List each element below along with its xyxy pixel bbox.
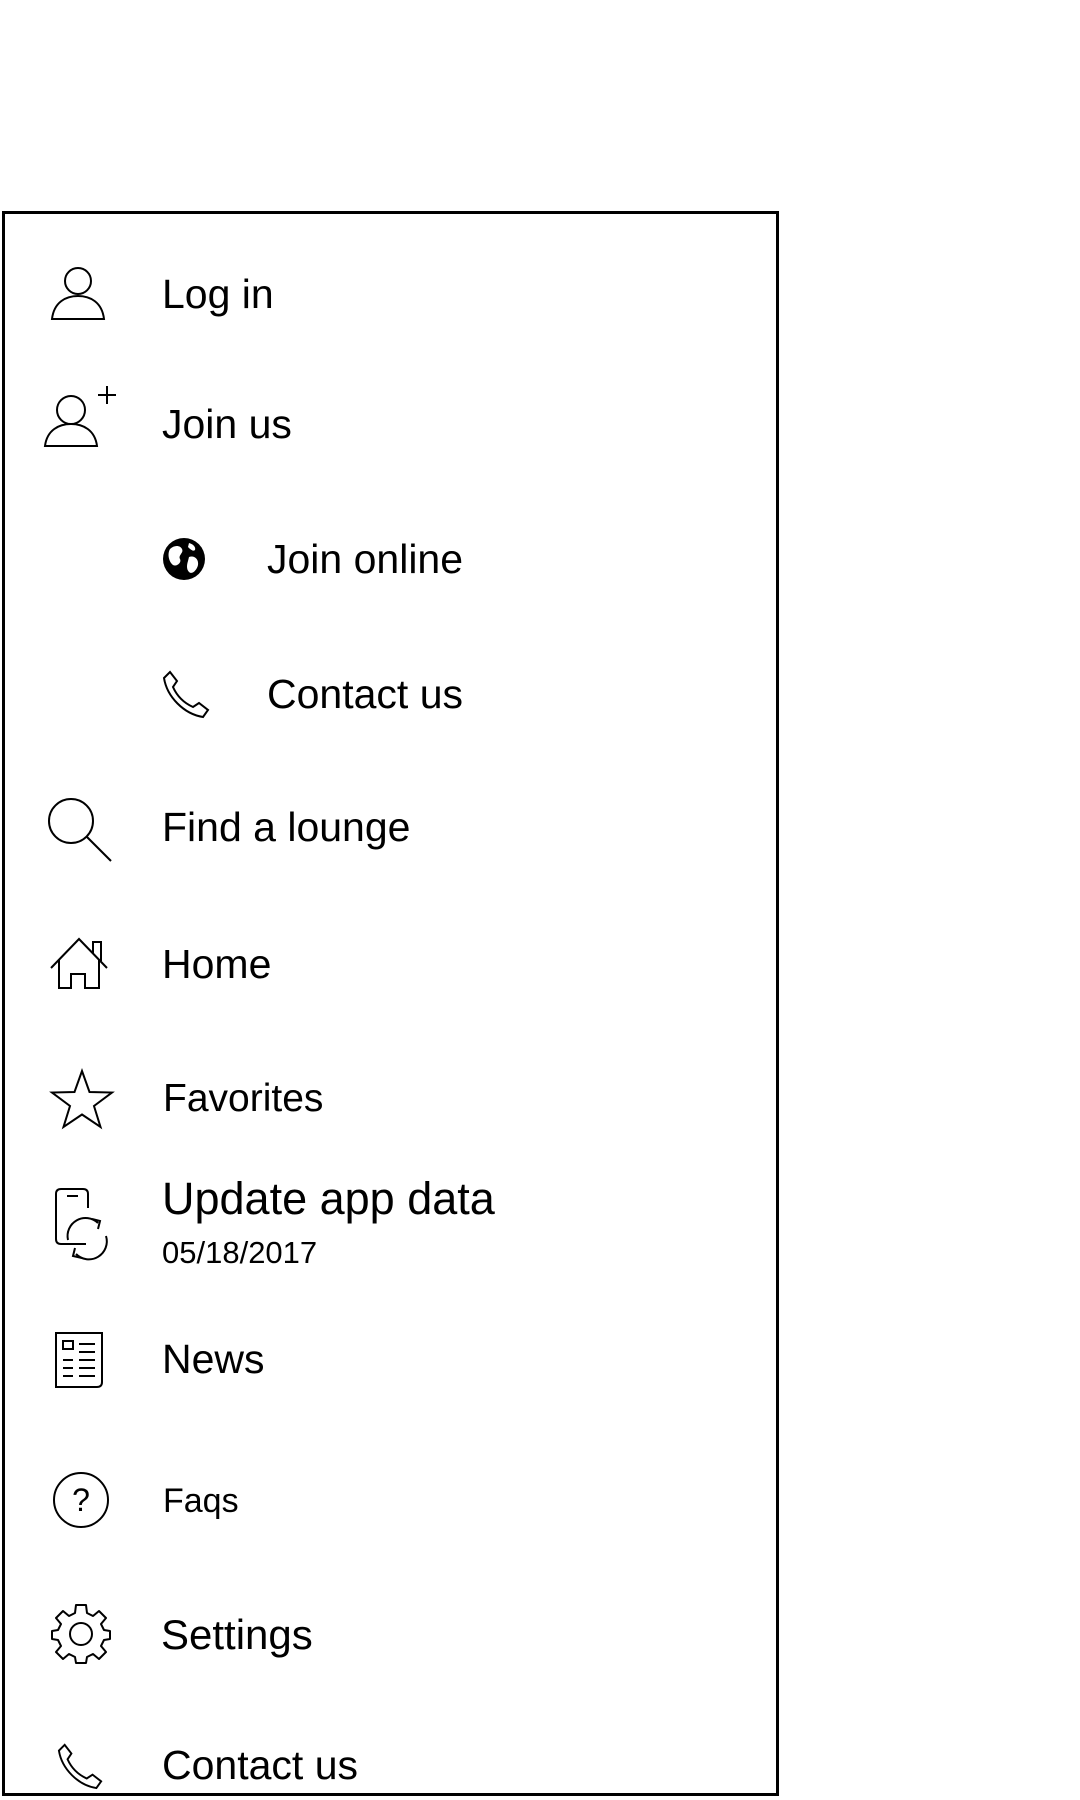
menu-item-label: Update app data bbox=[162, 1173, 495, 1224]
menu-item-log-in[interactable]: Log in bbox=[5, 244, 776, 344]
menu-item-home[interactable]: Home bbox=[5, 914, 776, 1014]
globe-icon bbox=[162, 537, 206, 581]
menu-item-find-lounge[interactable]: Find a lounge bbox=[5, 777, 776, 877]
phone-icon bbox=[57, 1742, 105, 1790]
help-circle-icon: ? bbox=[51, 1470, 111, 1530]
menu-item-label: Log in bbox=[162, 271, 274, 317]
menu-item-faqs[interactable]: ? Faqs bbox=[5, 1454, 776, 1554]
menu-item-label: Home bbox=[162, 941, 272, 987]
search-icon bbox=[47, 797, 117, 867]
home-icon bbox=[49, 936, 113, 992]
star-icon bbox=[49, 1068, 115, 1130]
menu-item-label: Contact us bbox=[267, 671, 463, 717]
menu-item-label: Favorites bbox=[163, 1077, 324, 1120]
menu-item-label: Faqs bbox=[163, 1482, 239, 1520]
menu-item-label: Find a lounge bbox=[162, 804, 411, 850]
gear-icon bbox=[50, 1603, 112, 1665]
menu-item-join-us[interactable]: Join us bbox=[5, 374, 776, 474]
menu-item-label: Contact us bbox=[162, 1742, 358, 1788]
menu-item-contact-us[interactable]: Contact us bbox=[5, 1719, 776, 1793]
svg-text:?: ? bbox=[72, 1482, 90, 1518]
menu-item-settings[interactable]: Settings bbox=[5, 1584, 776, 1684]
user-icon bbox=[50, 264, 110, 324]
user-plus-icon bbox=[43, 384, 119, 448]
phone-icon bbox=[162, 669, 212, 719]
phone-sync-icon bbox=[54, 1188, 112, 1262]
newspaper-icon bbox=[54, 1331, 106, 1389]
menu-item-join-online[interactable]: Join online bbox=[5, 509, 776, 609]
menu-item-favorites[interactable]: Favorites bbox=[5, 1049, 776, 1149]
menu-item-update-app-data[interactable]: Update app data 05/18/2017 bbox=[5, 1164, 776, 1299]
menu-item-label: Join us bbox=[162, 401, 292, 447]
last-update-date: 05/18/2017 bbox=[162, 1235, 318, 1270]
menu-item-label: Join online bbox=[267, 536, 464, 582]
menu-item-label: News bbox=[162, 1336, 265, 1382]
menu-item-label: Settings bbox=[161, 1611, 313, 1658]
menu-item-contact-us-sub[interactable]: Contact us bbox=[5, 644, 776, 744]
navigation-drawer: Log in Join us Join online Contact us Fi… bbox=[2, 211, 779, 1796]
menu-item-news[interactable]: News bbox=[5, 1319, 776, 1419]
